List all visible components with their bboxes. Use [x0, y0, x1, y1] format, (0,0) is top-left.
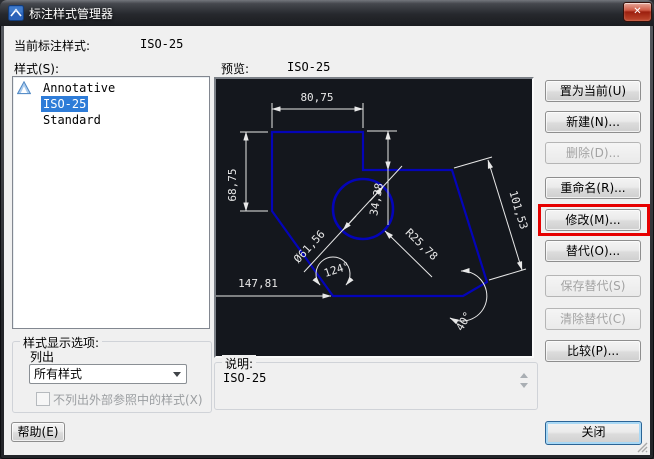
description-label: 说明: — [222, 355, 256, 372]
close-icon[interactable]: ✕ — [623, 2, 652, 22]
description-text: ISO-25 — [223, 371, 266, 385]
description-group: 说明: ISO-25 — [214, 362, 538, 410]
style-item-standard[interactable]: Standard — [13, 112, 209, 128]
resize-grip[interactable] — [637, 442, 648, 453]
titlebar[interactable]: 标注样式管理器 ✕ — [0, 0, 654, 26]
hide-xref-checkbox-label: 不列出外部参照中的样式(X) — [53, 391, 203, 408]
new-button[interactable]: 新建(N)... — [545, 111, 641, 133]
dimension-style-manager-dialog: 标注样式管理器 ✕ 当前标注样式: ISO-25 样式(S): Annotati… — [0, 0, 654, 459]
save-override-button[interactable]: 保存替代(S) — [545, 275, 641, 297]
dim-bottom: 147,81 — [238, 277, 278, 290]
dim-radius: R25,78 — [403, 226, 441, 263]
style-item-label: Standard — [41, 112, 103, 128]
current-style-value: ISO-25 — [140, 37, 183, 51]
style-item-label: ISO-25 — [41, 96, 88, 112]
style-filter-dropdown[interactable]: 所有样式 — [29, 364, 187, 384]
dimension-preview-drawing: 80,75 68,75 34,38 Ø61,56 R25,78 101,53 1… — [216, 79, 532, 356]
clear-override-button[interactable]: 清除替代(C) — [545, 308, 641, 330]
style-item-iso25[interactable]: ISO-25 — [13, 96, 209, 112]
dialog-body: 当前标注样式: ISO-25 样式(S): Annotative ISO-25 … — [4, 26, 650, 455]
app-icon — [8, 5, 24, 21]
description-scrollbar[interactable] — [520, 373, 528, 388]
scroll-down-icon[interactable] — [520, 383, 528, 388]
styles-list-label: 样式(S): — [14, 60, 59, 77]
current-style-label: 当前标注样式: — [14, 37, 90, 54]
annotative-icon — [17, 81, 31, 95]
dim-angle-right: 40° — [453, 309, 474, 333]
list-filter-label: 列出 — [30, 348, 54, 365]
preview-label: 预览: — [221, 60, 249, 77]
dim-left: 68,75 — [226, 168, 239, 201]
dim-aligned: 101,53 — [506, 189, 530, 231]
styles-listbox: Annotative ISO-25 Standard — [12, 76, 210, 329]
chevron-down-icon — [173, 372, 181, 377]
preview-style-value: ISO-25 — [287, 60, 330, 74]
delete-button[interactable]: 删除(D)... — [545, 142, 641, 164]
style-item-label: Annotative — [41, 80, 117, 96]
dim-notch: 34,38 — [367, 182, 386, 217]
set-current-button[interactable]: 置为当前(U) — [545, 80, 641, 102]
dim-angle-left: 124° — [322, 259, 351, 280]
modify-button[interactable]: 修改(M)... — [545, 209, 641, 231]
hide-xref-checkbox[interactable] — [36, 392, 50, 406]
rename-button[interactable]: 重命名(R)... — [545, 177, 641, 199]
dim-top: 80,75 — [300, 91, 333, 104]
help-button[interactable]: 帮助(E) — [11, 422, 65, 442]
window-title: 标注样式管理器 — [29, 5, 113, 22]
override-button[interactable]: 替代(O)... — [545, 240, 641, 262]
close-button[interactable]: 关闭 — [545, 421, 642, 445]
compare-button[interactable]: 比较(P)... — [545, 340, 641, 362]
dimension-preview: 80,75 68,75 34,38 Ø61,56 R25,78 101,53 1… — [214, 77, 534, 358]
style-item-annotative[interactable]: Annotative — [13, 80, 209, 96]
scroll-up-icon[interactable] — [520, 373, 528, 378]
style-filter-value: 所有样式 — [34, 367, 82, 381]
